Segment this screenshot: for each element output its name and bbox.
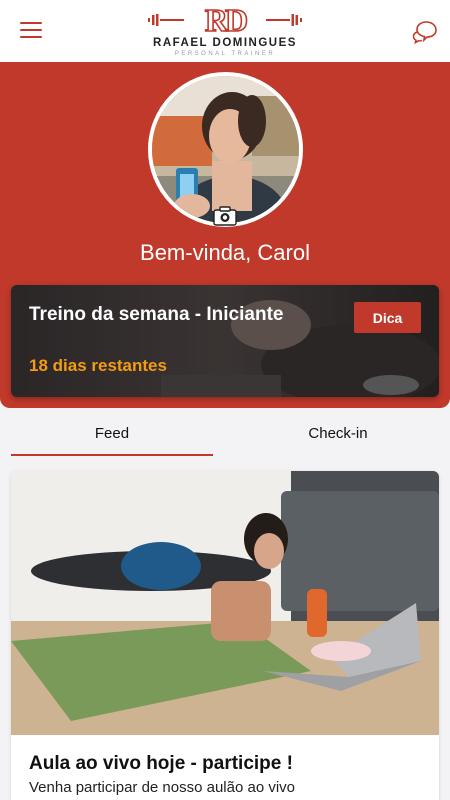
- profile-hero: Bem-vinda, Carol Treino da semana - Inic…: [0, 62, 450, 408]
- camera-icon[interactable]: [213, 206, 237, 226]
- weekly-workout-card[interactable]: Treino da semana - Iniciante Dica 18 dia…: [11, 285, 439, 397]
- tab-feed[interactable]: Feed: [11, 416, 213, 456]
- days-remaining: 18 dias restantes: [29, 356, 167, 375]
- feed-post[interactable]: Aula ao vivo hoje - participe ! Venha pa…: [11, 471, 439, 800]
- logo-mark: RD: [140, 2, 310, 38]
- app-header: RD RAFAEL DOMINGUES PERSONAL TRAINER: [0, 0, 450, 62]
- post-title: Aula ao vivo hoje - participe !: [29, 753, 293, 774]
- hamburger-menu-icon[interactable]: [20, 22, 42, 40]
- logo-initials: RD: [204, 2, 249, 38]
- dumbbell-right-icon: [266, 14, 302, 26]
- tip-button[interactable]: Dica: [354, 302, 421, 333]
- avatar[interactable]: [148, 72, 303, 227]
- brand-logo: RD RAFAEL DOMINGUES PERSONAL TRAINER: [140, 2, 310, 60]
- dumbbell-left-icon: [148, 14, 184, 26]
- tab-check-in[interactable]: Check-in: [237, 416, 439, 456]
- feed-tabs: Feed Check-in: [0, 416, 450, 456]
- welcome-message: Bem-vinda, Carol: [140, 240, 310, 265]
- chat-bubbles-icon[interactable]: [412, 18, 438, 44]
- post-image: [11, 471, 439, 735]
- weekly-workout-title: Treino da semana - Iniciante: [29, 304, 284, 325]
- avatar-photo: [152, 76, 299, 223]
- logo-subtitle: PERSONAL TRAINER: [174, 51, 276, 57]
- post-description: Venha participar de nosso aulão ao vivo: [29, 779, 296, 796]
- logo-name: RAFAEL DOMINGUES: [153, 37, 297, 49]
